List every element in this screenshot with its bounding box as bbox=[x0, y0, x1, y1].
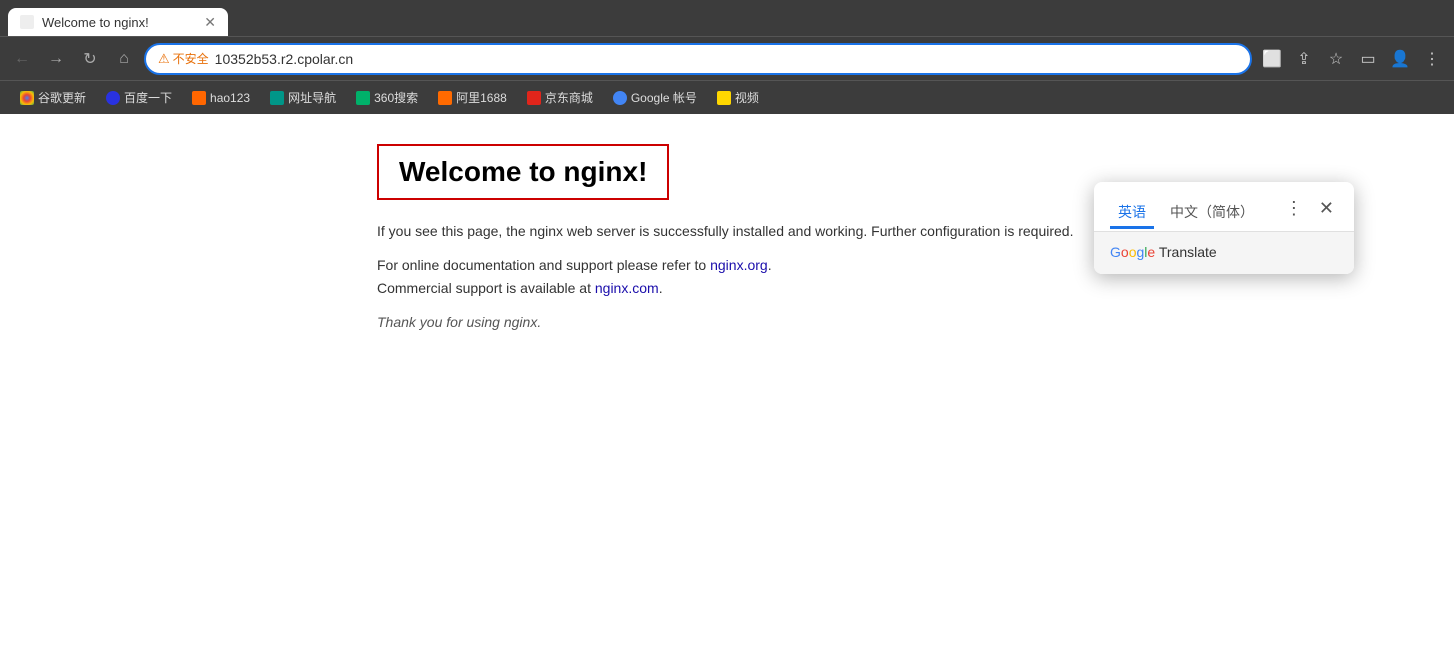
nginx-page: Welcome to nginx! If you see this page, … bbox=[377, 144, 1077, 646]
google-letter-g: G bbox=[1110, 244, 1121, 260]
nginx-org-link[interactable]: nginx.org bbox=[710, 257, 768, 273]
cast-icon[interactable]: ⬜ bbox=[1258, 45, 1286, 73]
browser-frame: Welcome to nginx! ✕ ← → ↻ ⌂ ⚠ 不安全 10352b… bbox=[0, 0, 1454, 646]
bookmark-favicon-hao123 bbox=[192, 91, 206, 105]
google-letter-o1: o bbox=[1121, 244, 1129, 260]
bookmark-hao123[interactable]: hao123 bbox=[184, 87, 258, 109]
nginx-p2-pre: For online documentation and support ple… bbox=[377, 257, 710, 273]
nginx-page-title: Welcome to nginx! bbox=[399, 156, 647, 187]
bookmark-google[interactable]: 谷歌更新 bbox=[12, 85, 94, 110]
bookmark-favicon-360 bbox=[356, 91, 370, 105]
toolbar: ← → ↻ ⌂ ⚠ 不安全 10352b53.r2.cpolar.cn ⬜ ⇪ … bbox=[0, 36, 1454, 80]
tab-favicon bbox=[20, 15, 34, 29]
bookmark-video[interactable]: 视频 bbox=[709, 85, 767, 110]
nginx-paragraph-2: For online documentation and support ple… bbox=[377, 254, 1077, 299]
tab-title: Welcome to nginx! bbox=[42, 15, 196, 30]
translate-tab-chinese[interactable]: 中文（简体） bbox=[1162, 198, 1262, 229]
address-text: 10352b53.r2.cpolar.cn bbox=[215, 51, 1238, 67]
nginx-paragraph-1: If you see this page, the nginx web serv… bbox=[377, 220, 1077, 242]
tab-close-button[interactable]: ✕ bbox=[204, 14, 216, 31]
menu-icon[interactable]: ⋮ bbox=[1418, 45, 1446, 73]
bookmark-google-account[interactable]: Google 帐号 bbox=[605, 85, 705, 110]
reload-button[interactable]: ↻ bbox=[76, 45, 104, 73]
bookmark-label-alibaba: 阿里1688 bbox=[456, 89, 507, 106]
nginx-body: If you see this page, the nginx web serv… bbox=[377, 220, 1077, 334]
translate-tab-english[interactable]: 英语 bbox=[1110, 198, 1154, 229]
bookmark-label-google-account: Google 帐号 bbox=[631, 89, 697, 106]
google-letter-e: e bbox=[1147, 244, 1155, 260]
bookmark-favicon-wangzhi bbox=[270, 91, 284, 105]
nginx-paragraph-3: Thank you for using nginx. bbox=[377, 311, 1077, 333]
bookmark-label-wangzhi: 网址导航 bbox=[288, 89, 336, 106]
back-button[interactable]: ← bbox=[8, 45, 36, 73]
nginx-title-box: Welcome to nginx! bbox=[377, 144, 669, 200]
forward-button[interactable]: → bbox=[42, 45, 70, 73]
profile-icon[interactable]: 👤 bbox=[1386, 45, 1414, 73]
bookmark-favicon-jd bbox=[527, 91, 541, 105]
nginx-p2-end: . bbox=[659, 280, 663, 296]
share-icon[interactable]: ⇪ bbox=[1290, 45, 1318, 73]
bookmark-icon[interactable]: ☆ bbox=[1322, 45, 1350, 73]
translate-more-icon[interactable]: ⋮ bbox=[1281, 194, 1307, 223]
content-area: Welcome to nginx! If you see this page, … bbox=[0, 114, 1454, 646]
translate-body: Google Translate bbox=[1094, 232, 1354, 274]
bookmark-360[interactable]: 360搜索 bbox=[348, 85, 426, 110]
bookmark-label-google: 谷歌更新 bbox=[38, 89, 86, 106]
bookmark-alibaba[interactable]: 阿里1688 bbox=[430, 85, 515, 110]
bookmark-label-baidu: 百度一下 bbox=[124, 89, 172, 106]
bookmark-label-video: 视频 bbox=[735, 89, 759, 106]
bookmark-wangzhi[interactable]: 网址导航 bbox=[262, 85, 344, 110]
bookmark-jd[interactable]: 京东商城 bbox=[519, 85, 601, 110]
bookmark-baidu[interactable]: 百度一下 bbox=[98, 85, 180, 110]
browser-tab[interactable]: Welcome to nginx! ✕ bbox=[8, 8, 228, 36]
nginx-thank-you: Thank you for using nginx. bbox=[377, 314, 541, 330]
warning-icon: ⚠ bbox=[158, 51, 170, 67]
tab-bar: Welcome to nginx! ✕ bbox=[0, 0, 1454, 36]
security-warning: ⚠ 不安全 bbox=[158, 50, 209, 67]
translate-google-text: Google Translate bbox=[1110, 244, 1217, 260]
bookmark-label-jd: 京东商城 bbox=[545, 89, 593, 106]
bookmark-label-360: 360搜索 bbox=[374, 89, 418, 106]
bookmark-favicon-google-account bbox=[613, 91, 627, 105]
window-icon[interactable]: ▭ bbox=[1354, 45, 1382, 73]
translate-close-button[interactable]: ✕ bbox=[1315, 194, 1338, 223]
bookmark-label-hao123: hao123 bbox=[210, 91, 250, 105]
bookmark-favicon-baidu bbox=[106, 91, 120, 105]
bookmark-favicon-alibaba bbox=[438, 91, 452, 105]
toolbar-actions: ⬜ ⇪ ☆ ▭ 👤 ⋮ bbox=[1258, 45, 1446, 73]
nginx-com-link[interactable]: nginx.com bbox=[595, 280, 659, 296]
translate-popup: 英语 中文（简体） ⋮ ✕ Google Translate bbox=[1094, 182, 1354, 274]
bookmarks-bar: 谷歌更新 百度一下 hao123 网址导航 360搜索 阿里1688 京东商城 bbox=[0, 80, 1454, 114]
bookmark-favicon-google bbox=[20, 91, 34, 105]
home-button[interactable]: ⌂ bbox=[110, 45, 138, 73]
translate-label: Translate bbox=[1159, 244, 1217, 260]
translate-header: 英语 中文（简体） ⋮ ✕ bbox=[1094, 182, 1354, 232]
bookmark-favicon-video bbox=[717, 91, 731, 105]
address-bar[interactable]: ⚠ 不安全 10352b53.r2.cpolar.cn bbox=[144, 43, 1252, 75]
